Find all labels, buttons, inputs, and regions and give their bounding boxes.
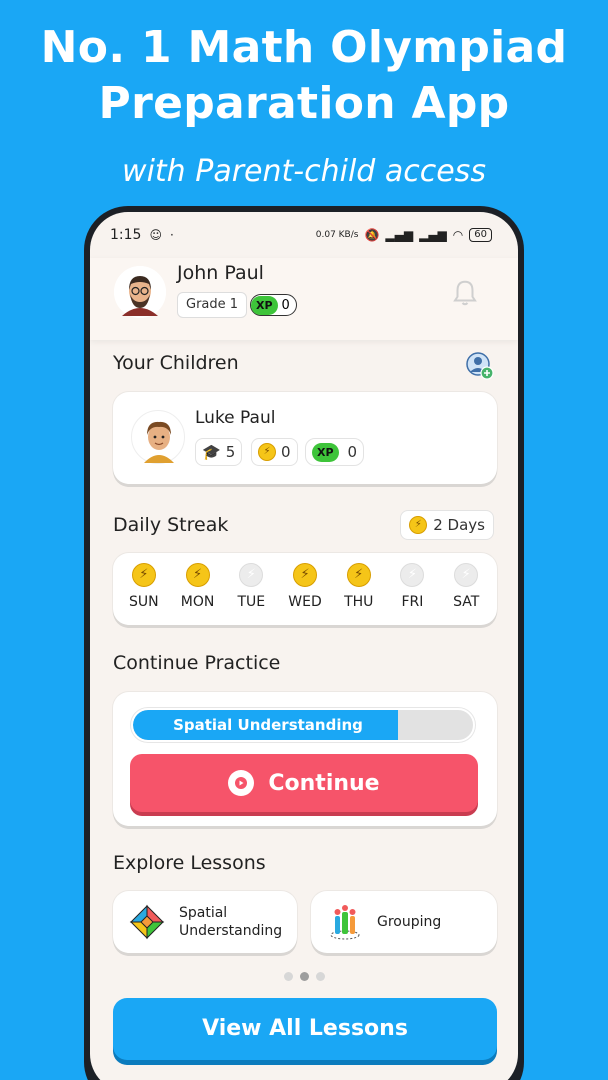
lesson-label-line1: Spatial	[179, 905, 228, 921]
lightning-coin-icon: ⚡	[346, 563, 371, 587]
streak-day: ⚡ SUN	[117, 563, 171, 625]
coins-chip: ⚡ 0	[251, 438, 298, 466]
promo-headline-line1: No. 1 Math Olympiad	[40, 22, 568, 73]
day-label: TUE	[237, 594, 266, 610]
battery-icon: 60	[469, 228, 492, 242]
streak-card: ⚡ SUN ⚡ MON ⚡ TUE ⚡ WED ⚡ THU ⚡ FRI ⚡ SAT	[113, 553, 497, 625]
streak-days-row: ⚡ SUN ⚡ MON ⚡ TUE ⚡ WED ⚡ THU ⚡ FRI ⚡ SAT	[113, 553, 497, 625]
lightning-coin-icon: ⚡	[293, 563, 318, 587]
app-screen: 1:15 ☺ · 0.07 KB/s 🔕 ▂▄▆ ▂▄▆ ◠ 60 John P…	[90, 212, 518, 1080]
day-label: SUN	[129, 594, 159, 610]
promo-subline: with Parent-child access	[122, 154, 486, 189]
day-label: SAT	[453, 594, 480, 610]
children-title: Your Children	[113, 352, 239, 374]
xp-icon: XP	[312, 442, 339, 462]
wifi-icon: ◠	[452, 228, 464, 242]
streak-day: ⚡ SAT	[439, 563, 493, 625]
lesson-card-spatial[interactable]: Spatial Understanding	[113, 891, 297, 953]
play-icon	[228, 770, 255, 796]
caps-value: 5	[225, 443, 236, 461]
streak-day: ⚡ THU	[332, 563, 386, 625]
lessons-title: Explore Lessons	[113, 852, 266, 874]
day-label: THU	[344, 594, 374, 610]
day-label: FRI	[401, 594, 424, 610]
lightning-coin-icon: ⚡	[185, 563, 210, 587]
tangram-icon	[129, 904, 165, 940]
continue-button[interactable]: Continue	[130, 754, 478, 812]
grade-badge: Grade 1	[177, 292, 248, 318]
promo-headline: No. 1 Math Olympiad Preparation App	[0, 20, 608, 132]
lesson-label: Grouping	[377, 913, 441, 931]
view-all-lessons-button[interactable]: View All Lessons	[113, 998, 497, 1060]
man-avatar-icon	[114, 266, 166, 318]
practice-title: Continue Practice	[113, 652, 281, 674]
boy-avatar-icon	[144, 421, 174, 463]
coins-value: 0	[281, 443, 291, 461]
bell-icon[interactable]	[450, 278, 480, 308]
lightning-coin-icon: ⚡	[131, 563, 156, 587]
dot-icon: ·	[169, 228, 174, 242]
day-label: MON	[180, 594, 215, 610]
inactive-coin-icon: ⚡	[454, 563, 479, 587]
practice-card: Spatial Understanding Continue	[113, 692, 497, 826]
lesson-card-grouping[interactable]: Grouping	[311, 891, 497, 953]
inactive-coin-icon: ⚡	[239, 563, 264, 587]
signal-icon: ▂▄▆	[385, 228, 414, 242]
pager-dot[interactable]	[300, 972, 309, 981]
lightning-coin-icon: ⚡	[409, 516, 428, 534]
parent-name: John Paul	[177, 262, 264, 284]
pager-dot[interactable]	[284, 972, 293, 981]
lesson-label-line2: Understanding	[179, 923, 283, 939]
streak-day: ⚡ TUE	[224, 563, 278, 625]
net-speed: 0.07 KB/s	[315, 230, 359, 240]
xp-value: 0	[281, 297, 290, 313]
avatar[interactable]	[114, 266, 166, 318]
profile-header: John Paul Grade 1 XP 0	[90, 258, 518, 340]
inactive-coin-icon: ⚡	[400, 563, 425, 587]
add-child-icon[interactable]	[466, 352, 494, 380]
lightning-coin-icon: ⚡	[258, 443, 276, 461]
caps-chip: 🎓 5	[195, 438, 243, 466]
streak-summary: ⚡ 2 Days	[400, 510, 494, 540]
pager-dot[interactable]	[316, 972, 325, 981]
grouping-icon	[330, 905, 360, 940]
status-bar: 1:15 ☺ · 0.07 KB/s 🔕 ▂▄▆ ▂▄▆ ◠ 60	[90, 212, 518, 258]
xp-icon: XP	[251, 295, 278, 315]
signal-icon-2: ▂▄▆	[419, 228, 447, 242]
progress-bar: Spatial Understanding	[131, 708, 475, 742]
child-xp-value: 0	[347, 443, 358, 461]
practice-topic: Spatial Understanding	[173, 716, 363, 734]
status-time: 1:15	[110, 227, 142, 243]
lesson-label-line1: Grouping	[377, 914, 442, 930]
carousel-pager	[284, 972, 325, 981]
child-xp-chip: XP 0	[305, 438, 365, 466]
day-label: WED	[288, 594, 322, 610]
streak-day: ⚡ WED	[278, 563, 332, 625]
child-avatar	[131, 410, 185, 464]
promo-headline-line2: Preparation App	[98, 78, 510, 129]
streak-title: Daily Streak	[113, 514, 229, 536]
graduation-cap-icon: 🎓	[202, 443, 221, 461]
continue-label: Continue	[268, 770, 380, 796]
streak-day: ⚡ FRI	[386, 563, 440, 625]
streak-day: ⚡ MON	[171, 563, 225, 625]
streak-days: 2 Days	[433, 516, 485, 534]
xp-counter: XP 0	[250, 294, 297, 316]
lesson-label: Spatial Understanding	[179, 904, 282, 940]
child-name: Luke Paul	[195, 408, 276, 428]
child-card[interactable]: Luke Paul 🎓 5 ⚡ 0 XP 0	[113, 392, 497, 484]
mute-icon: 🔕	[364, 228, 380, 242]
face-icon: ☺	[149, 228, 162, 242]
